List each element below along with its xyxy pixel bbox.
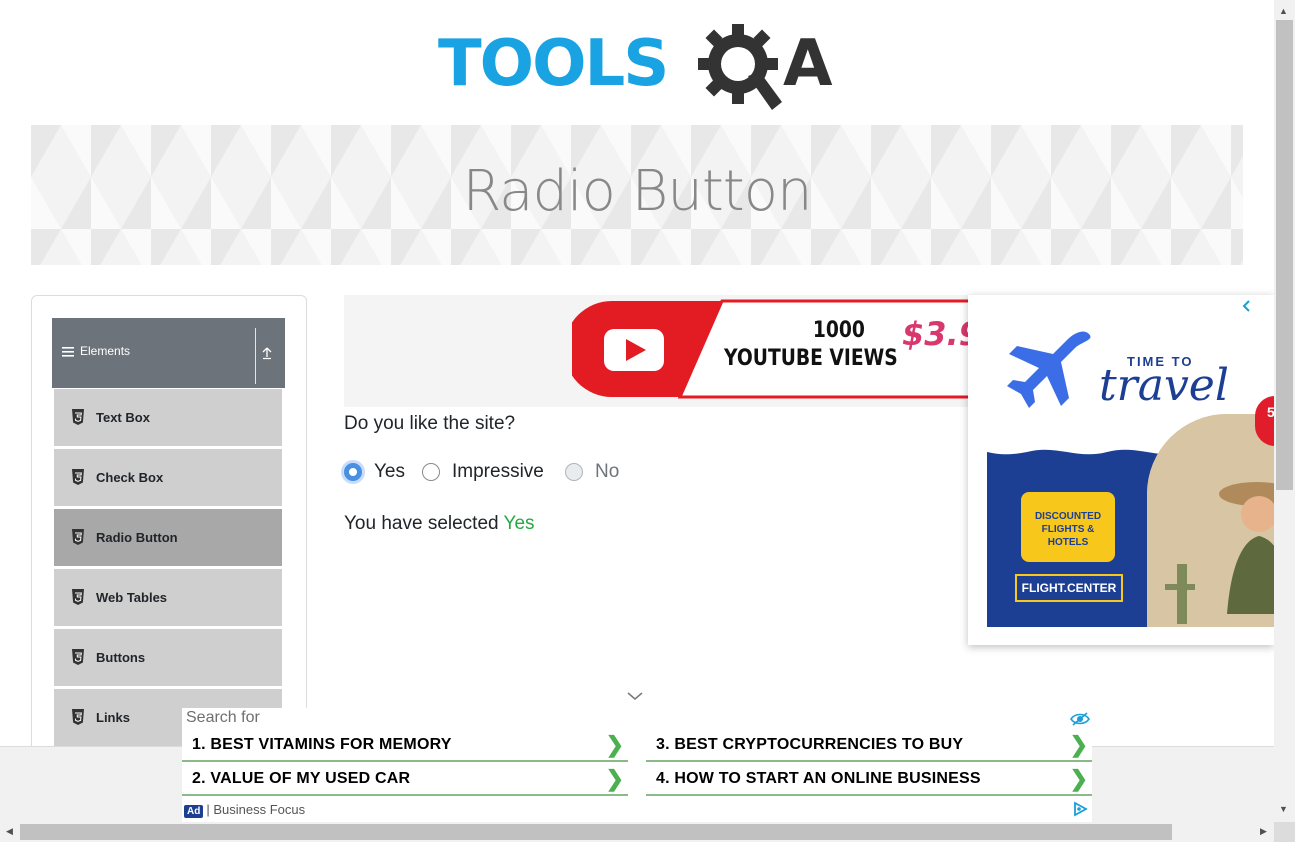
html5-icon <box>72 469 84 485</box>
horizontal-scrollbar-thumb[interactable] <box>20 824 1172 840</box>
html5-icon <box>72 409 84 425</box>
chevron-right-icon: ❯ <box>605 766 624 791</box>
sidebar-item-label: Text Box <box>96 410 150 425</box>
ad-discount-bubble: DISCOUNTED FLIGHTS & HOTELS <box>1021 492 1115 562</box>
travel-ad[interactable]: TIME TO travel DISCOUNTED FLIGHTS & HOTE… <box>968 295 1274 645</box>
scroll-down-arrow-icon[interactable]: ▼ <box>1279 804 1288 814</box>
selection-result: You have selected Yes <box>344 513 535 535</box>
horizontal-scrollbar[interactable]: ◀ ▶ <box>0 822 1274 842</box>
result-prefix: You have selected <box>344 513 504 534</box>
gear-icon <box>698 24 782 110</box>
sidebar-item-buttons[interactable]: Buttons <box>54 629 282 687</box>
radio-impressive-label[interactable]: Impressive <box>452 461 544 483</box>
page-title: Radio Button <box>462 159 813 224</box>
search-ad-item[interactable]: 1. BEST VITAMINS FOR MEMORY ❯ <box>182 728 628 762</box>
chevron-down-icon[interactable] <box>626 690 644 702</box>
scrollbar-corner <box>1274 822 1295 842</box>
radio-no-input <box>565 463 583 481</box>
ad-sponsor: | Business Focus <box>206 802 306 817</box>
ad-price-text: $3.9 <box>902 315 969 353</box>
html5-icon <box>72 589 84 605</box>
sidebar-item-text-box[interactable]: Text Box <box>54 389 282 447</box>
sidebar-item-check-box[interactable]: Check Box <box>54 449 282 507</box>
radio-yes[interactable]: Yes <box>344 461 405 483</box>
sidebar-item-web-tables[interactable]: Web Tables <box>54 569 282 627</box>
traveler-figure <box>1147 414 1274 627</box>
scroll-right-arrow-icon[interactable]: ▶ <box>1260 826 1267 837</box>
search-ad-heading: Search for <box>186 709 260 726</box>
search-ad-item-text: 1. BEST VITAMINS FOR MEMORY <box>192 736 452 753</box>
logo-tools-text: TOOLS <box>438 27 669 101</box>
ad-travel-text: travel <box>1099 360 1229 411</box>
radio-no-label: No <box>595 461 620 482</box>
logo-a-text: A <box>783 27 833 101</box>
radio-yes-label[interactable]: Yes <box>374 461 405 483</box>
sidebar-item-radio-button[interactable]: Radio Button <box>54 509 282 567</box>
search-ad-item[interactable]: 3. BEST CRYPTOCURRENCIES TO BUY ❯ <box>646 728 1092 762</box>
vertical-scrollbar-thumb[interactable] <box>1276 20 1293 490</box>
hamburger-icon <box>62 347 74 357</box>
sidebar-item-label: Web Tables <box>96 590 168 605</box>
html5-icon <box>72 709 84 725</box>
search-ad-item-text: 3. BEST CRYPTOCURRENCIES TO BUY <box>656 736 964 753</box>
sidebar: Elements Text Box Check Box Radio Button… <box>31 295 307 767</box>
ad-close-chevron-icon[interactable] <box>1241 299 1251 313</box>
sidebar-item-label: Radio Button <box>96 530 178 545</box>
chevron-right-icon: ❯ <box>605 732 624 757</box>
sidebar-group-label: Elements <box>80 344 131 358</box>
search-ad[interactable]: Search for 1. BEST VITAMINS FOR MEMORY ❯… <box>182 708 1092 822</box>
html5-icon <box>72 649 84 665</box>
html5-icon <box>72 529 84 545</box>
search-ad-item-text: 2. VALUE OF MY USED CAR <box>192 770 411 787</box>
eye-slash-icon[interactable] <box>1070 711 1090 727</box>
radio-no: No <box>565 461 619 483</box>
radio-impressive[interactable]: Impressive <box>422 461 544 483</box>
chevron-right-icon: ❯ <box>1069 732 1088 757</box>
ad-brand: FLIGHT.CENTER <box>1015 574 1123 602</box>
airplane-icon <box>1007 331 1091 408</box>
result-value: Yes <box>503 513 535 534</box>
scroll-left-arrow-icon[interactable]: ◀ <box>6 826 13 837</box>
youtube-views-ad[interactable]: 1000 YOUTUBE VIEWS $3.9 <box>344 295 969 407</box>
sidebar-item-label: Buttons <box>96 650 146 665</box>
question-text: Do you like the site? <box>344 413 516 434</box>
sidebar-group-elements[interactable]: Elements <box>52 318 285 388</box>
travel-ad-image: TIME TO travel DISCOUNTED FLIGHTS & HOTE… <box>987 314 1274 627</box>
radio-yes-input[interactable] <box>344 463 362 481</box>
chevron-right-icon: ❯ <box>1069 766 1088 791</box>
search-ad-item[interactable]: 2. VALUE OF MY USED CAR ❯ <box>182 762 628 796</box>
radio-impressive-input[interactable] <box>422 463 440 481</box>
toolsqa-logo[interactable]: TOOLS A <box>438 20 840 112</box>
search-ad-item-text: 4. HOW TO START AN ONLINE BUSINESS <box>656 770 981 787</box>
divider <box>255 328 256 384</box>
adchoices-icon[interactable] <box>1072 801 1088 817</box>
ad-attribution: Ad | Business Focus <box>184 802 305 818</box>
collapse-up-icon[interactable] <box>261 346 273 360</box>
sidebar-item-label: Links <box>96 710 130 725</box>
ad-traveler-photo <box>1147 414 1274 627</box>
page-header-banner: Radio Button <box>31 125 1243 265</box>
vertical-scrollbar[interactable]: ▲ ▼ <box>1274 0 1295 822</box>
ad-views-text: 1000 YOUTUBE VIEWS <box>724 318 898 371</box>
scroll-up-arrow-icon[interactable]: ▲ <box>1279 6 1288 16</box>
sidebar-item-label: Check Box <box>96 470 164 485</box>
search-ad-item[interactable]: 4. HOW TO START AN ONLINE BUSINESS ❯ <box>646 762 1092 796</box>
ad-badge: Ad <box>184 805 204 818</box>
